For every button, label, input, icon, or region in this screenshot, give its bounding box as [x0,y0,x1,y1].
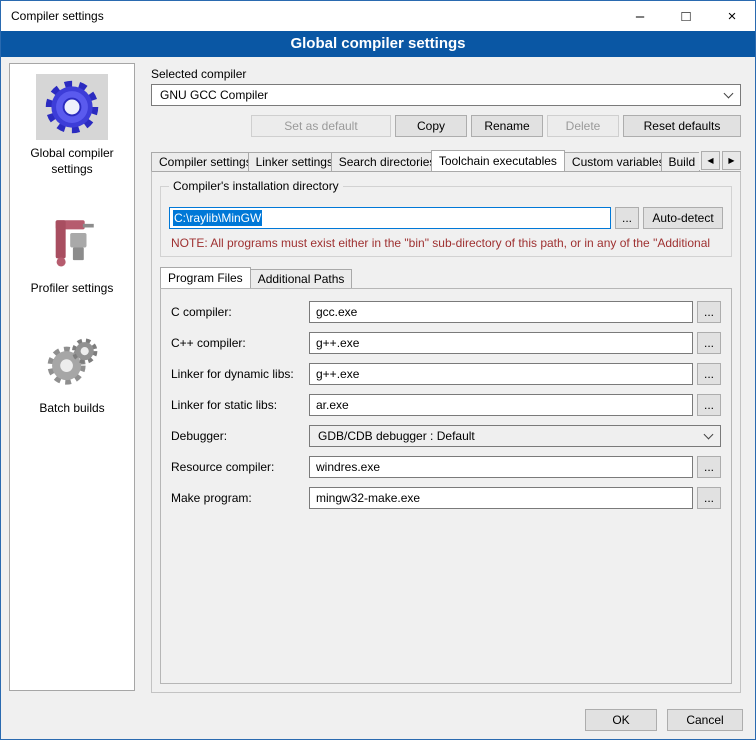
rename-button[interactable]: Rename [471,115,543,137]
cancel-button[interactable]: Cancel [667,709,743,731]
installation-directory-group: Compiler's installation directory C:\ray… [160,186,732,257]
copy-button[interactable]: Copy [395,115,467,137]
window-title: Compiler settings [1,9,104,23]
tab-custom-variables[interactable]: Custom variables [564,152,662,171]
settings-category-sidebar: Global compiler settings Profiler settin… [9,63,135,691]
ok-button[interactable]: OK [585,709,657,731]
tab-search-directories[interactable]: Search directories [331,152,432,171]
tab-linker-settings[interactable]: Linker settings [248,152,332,171]
tab-compiler-settings[interactable]: Compiler settings [151,152,249,171]
window-controls: – □ × [617,1,755,31]
debugger-value: GDB/CDB debugger : Default [318,429,705,443]
cpp-compiler-browse-button[interactable]: ... [697,332,721,354]
chevron-down-icon [704,429,714,439]
dialog-footer: OK Cancel [585,709,743,731]
page-title: Global compiler settings [1,31,755,57]
compiler-actions: Set as default Copy Rename Delete Reset … [151,115,741,137]
sidebar-item-profiler-settings[interactable]: Profiler settings [10,209,134,297]
make-program-browse-button[interactable]: ... [697,487,721,509]
installation-directory-value: C:\raylib\MinGW [173,210,262,226]
tab-toolchain-executables[interactable]: Toolchain executables [431,150,565,171]
resource-compiler-browse-button[interactable]: ... [697,456,721,478]
installation-directory-input[interactable]: C:\raylib\MinGW [169,207,611,229]
debugger-label: Debugger: [171,429,309,443]
program-files-tabbar: Program Files Additional Paths [160,267,732,288]
gray-gears-icon [36,329,108,395]
sidebar-item-label: Profiler settings [27,281,118,297]
selected-compiler-dropdown[interactable]: GNU GCC Compiler [151,84,741,106]
tab-build-options[interactable]: Build [661,152,700,171]
main-content: Selected compiler GNU GCC Compiler Set a… [151,61,741,693]
make-program-row: Make program: mingw32-make.exe ... [171,487,721,509]
dynamic-linker-input[interactable]: g++.exe [309,363,693,385]
tab-additional-paths[interactable]: Additional Paths [250,269,353,288]
profiler-clamp-icon [36,209,108,275]
dynamic-linker-row: Linker for dynamic libs: g++.exe ... [171,363,721,385]
c-compiler-input[interactable]: gcc.exe [309,301,693,323]
program-files-panel: C compiler: gcc.exe ... C++ compiler: g+… [160,288,732,684]
static-linker-label: Linker for static libs: [171,398,309,412]
set-as-default-button: Set as default [251,115,391,137]
minimize-icon: – [636,8,644,25]
sidebar-item-global-compiler-settings[interactable]: Global compiler settings [10,74,134,177]
arrow-right-icon: ▶ [728,156,734,165]
sidebar-item-label: Global compiler settings [10,146,134,177]
blue-gear-icon [36,74,108,140]
browse-directory-button[interactable]: ... [615,207,639,229]
selected-compiler-value: GNU GCC Compiler [160,88,725,102]
cpp-compiler-label: C++ compiler: [171,336,309,350]
tab-scroll-left-button[interactable]: ◀ [701,151,720,170]
bin-subdirectory-note: NOTE: All programs must exist either in … [171,236,723,250]
make-program-input[interactable]: mingw32-make.exe [309,487,693,509]
reset-defaults-button[interactable]: Reset defaults [623,115,741,137]
sidebar-item-label: Batch builds [35,401,108,417]
settings-tabbar: Compiler settings Linker settings Search… [151,150,741,171]
minimize-button[interactable]: – [617,1,663,31]
close-button[interactable]: × [709,1,755,31]
installation-directory-row: C:\raylib\MinGW ... Auto-detect [169,207,723,229]
static-linker-row: Linker for static libs: ar.exe ... [171,394,721,416]
static-linker-browse-button[interactable]: ... [697,394,721,416]
installation-directory-group-title: Compiler's installation directory [169,179,343,193]
maximize-button[interactable]: □ [663,1,709,31]
debugger-dropdown[interactable]: GDB/CDB debugger : Default [309,425,721,447]
resource-compiler-input[interactable]: windres.exe [309,456,693,478]
compiler-settings-dialog: Compiler settings – □ × Global compiler … [0,0,756,740]
static-linker-input[interactable]: ar.exe [309,394,693,416]
sidebar-item-batch-builds[interactable]: Batch builds [10,329,134,417]
delete-button: Delete [547,115,619,137]
cpp-compiler-row: C++ compiler: g++.exe ... [171,332,721,354]
c-compiler-row: C compiler: gcc.exe ... [171,301,721,323]
c-compiler-browse-button[interactable]: ... [697,301,721,323]
close-icon: × [728,8,737,25]
c-compiler-label: C compiler: [171,305,309,319]
toolchain-executables-page: Compiler's installation directory C:\ray… [151,171,741,693]
resource-compiler-row: Resource compiler: windres.exe ... [171,456,721,478]
tab-program-files[interactable]: Program Files [160,267,251,288]
tab-scroll-buttons: ◀ ▶ [699,151,741,170]
dynamic-linker-browse-button[interactable]: ... [697,363,721,385]
chevron-down-icon [724,88,734,98]
arrow-left-icon: ◀ [707,156,713,165]
titlebar[interactable]: Compiler settings – □ × [1,1,755,31]
dynamic-linker-label: Linker for dynamic libs: [171,367,309,381]
debugger-row: Debugger: GDB/CDB debugger : Default [171,425,721,447]
tab-scroll-right-button[interactable]: ▶ [722,151,741,170]
auto-detect-button[interactable]: Auto-detect [643,207,723,229]
selected-compiler-label: Selected compiler [151,67,741,81]
make-program-label: Make program: [171,491,309,505]
maximize-icon: □ [681,8,690,25]
resource-compiler-label: Resource compiler: [171,460,309,474]
cpp-compiler-input[interactable]: g++.exe [309,332,693,354]
